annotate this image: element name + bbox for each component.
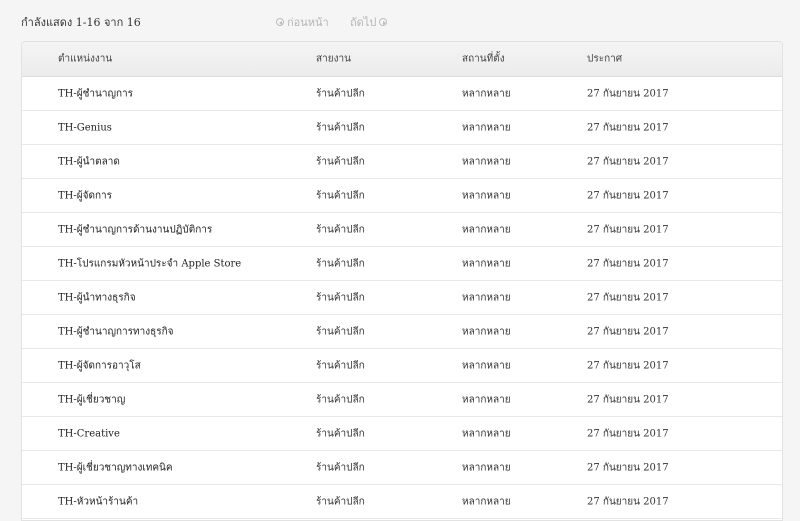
job-title-link[interactable]: TH-หัวหน้าร้านค้า — [58, 494, 138, 509]
job-title-link[interactable]: TH-ผู้จัดการ — [58, 188, 112, 203]
next-page-button[interactable]: ถัดไป — [350, 13, 388, 31]
job-team: ร้านค้าปลีก — [316, 394, 365, 405]
job-posted-date: 27 กันยายน 2017 — [587, 462, 669, 473]
job-title-link[interactable]: TH-Creative — [58, 428, 120, 439]
job-team: ร้านค้าปลีก — [316, 360, 365, 371]
job-location: หลากหลาย — [462, 394, 511, 405]
job-team: ร้านค้าปลีก — [316, 224, 365, 235]
table-row: TH-ผู้ชำนาญการด้านงานปฏิบัติการ ร้านค้าป… — [22, 213, 782, 247]
table-row: TH-ผู้เชี่ยวชาญทางเทคนิค ร้านค้าปลีก หลา… — [22, 451, 782, 485]
job-posted-date: 27 กันยายน 2017 — [587, 496, 669, 507]
job-title-link[interactable]: TH-ผู้เชี่ยวชาญทางเทคนิค — [58, 460, 173, 475]
table-row: TH-ผู้นำตลาด ร้านค้าปลีก หลากหลาย 27 กัน… — [22, 145, 782, 179]
job-title-link[interactable]: TH-ผู้นำตลาด — [58, 154, 120, 169]
job-location: หลากหลาย — [462, 292, 511, 303]
table-row: TH-ผู้นำทางธุรกิจ ร้านค้าปลีก หลากหลาย 2… — [22, 281, 782, 315]
next-page-label: ถัดไป — [350, 16, 377, 29]
job-location: หลากหลาย — [462, 122, 511, 133]
job-team: ร้านค้าปลีก — [316, 190, 365, 201]
previous-page-label: ก่อนหน้า — [287, 16, 329, 29]
previous-page-button[interactable]: ก่อนหน้า — [276, 13, 329, 31]
results-header: กำลังแสดง 1-16 จาก 16 ก่อนหน้า ถัดไป — [0, 0, 800, 40]
job-posted-date: 27 กันยายน 2017 — [587, 156, 669, 167]
job-posted-date: 27 กันยายน 2017 — [587, 360, 669, 371]
job-posted-date: 27 กันยายน 2017 — [587, 292, 669, 303]
job-location: หลากหลาย — [462, 156, 511, 167]
job-title-link[interactable]: TH-ผู้ชำนาญการทางธุรกิจ — [58, 324, 174, 339]
job-location: หลากหลาย — [462, 88, 511, 99]
job-team: ร้านค้าปลีก — [316, 462, 365, 473]
job-title-link[interactable]: TH-ผู้ชำนาญการด้านงานปฏิบัติการ — [58, 222, 212, 237]
job-posted-date: 27 กันยายน 2017 — [587, 428, 669, 439]
chevron-left-icon — [276, 18, 284, 26]
table-row: TH-Creative ร้านค้าปลีก หลากหลาย 27 กันย… — [22, 417, 782, 451]
job-team: ร้านค้าปลีก — [316, 326, 365, 337]
job-location: หลากหลาย — [462, 360, 511, 371]
job-location: หลากหลาย — [462, 326, 511, 337]
column-header-role[interactable]: ตำแหน่งงาน — [58, 52, 112, 67]
chevron-right-icon — [379, 18, 388, 26]
table-row: TH-ผู้จัดการ ร้านค้าปลีก หลากหลาย 27 กัน… — [22, 179, 782, 213]
column-header-location[interactable]: สถานที่ตั้ง — [462, 52, 505, 67]
table-row: TH-ผู้จัดการอาวุโส ร้านค้าปลีก หลากหลาย … — [22, 349, 782, 383]
job-posted-date: 27 กันยายน 2017 — [587, 326, 669, 337]
job-title-link[interactable]: TH-ผู้นำทางธุรกิจ — [58, 290, 136, 305]
column-header-team[interactable]: สายงาน — [316, 52, 351, 67]
job-posted-date: 27 กันยายน 2017 — [587, 190, 669, 201]
job-title-link[interactable]: TH-ผู้ชำนาญการ — [58, 86, 133, 101]
job-location: หลากหลาย — [462, 258, 511, 269]
job-location: หลากหลาย — [462, 462, 511, 473]
job-location: หลากหลาย — [462, 190, 511, 201]
job-title-link[interactable]: TH-Genius — [58, 122, 112, 133]
table-row: TH-ผู้เชี่ยวชาญ ร้านค้าปลีก หลากหลาย 27 … — [22, 383, 782, 417]
job-posted-date: 27 กันยายน 2017 — [587, 258, 669, 269]
job-team: ร้านค้าปลีก — [316, 292, 365, 303]
job-team: ร้านค้าปลีก — [316, 156, 365, 167]
job-posted-date: 27 กันยายน 2017 — [587, 224, 669, 235]
job-posted-date: 27 กันยายน 2017 — [587, 122, 669, 133]
table-row: TH-หัวหน้าร้านค้า ร้านค้าปลีก หลากหลาย 2… — [22, 485, 782, 519]
job-team: ร้านค้าปลีก — [316, 428, 365, 439]
job-team: ร้านค้าปลีก — [316, 122, 365, 133]
table-header: ตำแหน่งงาน สายงาน สถานที่ตั้ง ประกาศ — [22, 42, 782, 77]
job-posted-date: 27 กันยายน 2017 — [587, 394, 669, 405]
job-title-link[interactable]: TH-ผู้เชี่ยวชาญ — [58, 392, 125, 407]
job-location: หลากหลาย — [462, 224, 511, 235]
table-row: TH-ผู้ชำนาญการทางธุรกิจ ร้านค้าปลีก หลาก… — [22, 315, 782, 349]
job-location: หลากหลาย — [462, 428, 511, 439]
job-location: หลากหลาย — [462, 496, 511, 507]
results-count: กำลังแสดง 1-16 จาก 16 — [21, 16, 141, 29]
job-team: ร้านค้าปลีก — [316, 496, 365, 507]
job-team: ร้านค้าปลีก — [316, 258, 365, 269]
table-row: TH-โปรแกรมหัวหน้าประจำ Apple Store ร้านค… — [22, 247, 782, 281]
table-row: TH-ผู้ชำนาญการ ร้านค้าปลีก หลากหลาย 27 ก… — [22, 77, 782, 111]
job-title-link[interactable]: TH-โปรแกรมหัวหน้าประจำ Apple Store — [58, 256, 241, 271]
job-posted-date: 27 กันยายน 2017 — [587, 88, 669, 99]
table-row: TH-Genius ร้านค้าปลีก หลากหลาย 27 กันยาย… — [22, 111, 782, 145]
column-header-posted[interactable]: ประกาศ — [587, 52, 622, 67]
job-results-table: ตำแหน่งงาน สายงาน สถานที่ตั้ง ประกาศ TH-… — [21, 41, 783, 521]
job-title-link[interactable]: TH-ผู้จัดการอาวุโส — [58, 358, 141, 373]
job-team: ร้านค้าปลีก — [316, 88, 365, 99]
